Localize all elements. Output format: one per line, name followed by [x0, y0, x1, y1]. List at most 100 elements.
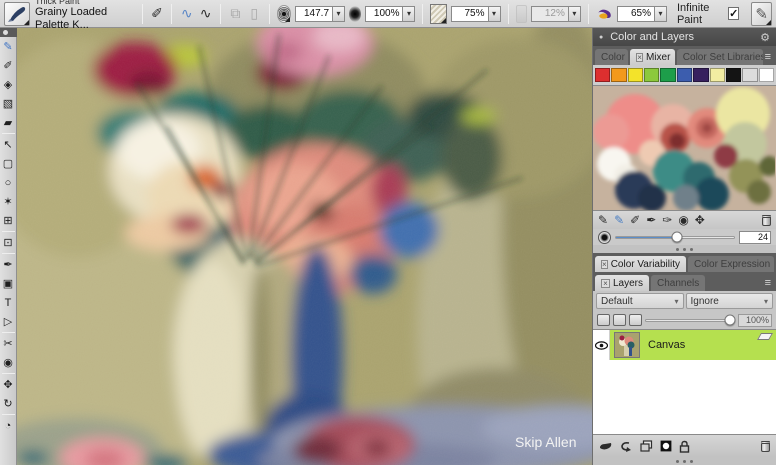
scissors-tool[interactable]: ✂	[0, 334, 17, 353]
layer-name[interactable]: Canvas	[648, 339, 685, 351]
mixer-swatch[interactable]	[710, 68, 725, 82]
resat-value[interactable]: 12%	[531, 6, 568, 22]
lock-layer-icon[interactable]	[679, 440, 690, 453]
close-icon[interactable]: ×	[636, 53, 643, 62]
slider-knob[interactable]	[725, 315, 736, 326]
gradient-tool[interactable]: ▧	[0, 94, 17, 113]
panel-header[interactable]: ● Color and Layers ⚙	[593, 28, 776, 46]
mixer-swatch[interactable]	[660, 68, 675, 82]
dropper-tool[interactable]: ✐	[0, 56, 17, 75]
pan-mixer-icon[interactable]: ✥	[695, 213, 705, 227]
blend-dropdown-icon[interactable]: ▾	[654, 6, 667, 22]
layer-thumbnail[interactable]	[614, 332, 640, 358]
visibility-cell[interactable]	[593, 330, 610, 360]
grain-value[interactable]: 75%	[451, 6, 488, 22]
layer-opacity-value[interactable]: 100%	[738, 314, 772, 327]
text-tool[interactable]: T	[0, 293, 17, 312]
advanced-brush-icon[interactable]: ✎	[751, 2, 772, 26]
pen-tool[interactable]: ✒	[0, 255, 17, 274]
mixer-brush-size-value[interactable]: 24	[739, 231, 771, 244]
brush-size-spinner[interactable]: 147.7 ▾	[295, 6, 345, 22]
brush-tool[interactable]: ✎	[0, 37, 17, 56]
panel-resize-grip[interactable]	[593, 245, 776, 253]
tab-mixer[interactable]: × Mixer	[630, 49, 674, 65]
layer-opacity-slider[interactable]	[645, 319, 735, 322]
opacity-spinner[interactable]: 100% ▾	[365, 6, 415, 22]
close-icon[interactable]: ×	[601, 260, 608, 269]
clear-mixer-pad-icon[interactable]	[762, 215, 771, 226]
opacity-value[interactable]: 100%	[365, 6, 402, 22]
brush-selector[interactable]: Thick Paint Grainy Loaded Palette K...	[4, 1, 135, 27]
preserve-transparency-icon[interactable]	[597, 314, 610, 326]
slider-knob[interactable]	[672, 232, 683, 243]
lasso-tool[interactable]: ○	[0, 173, 17, 192]
brush-selector-icon[interactable]	[4, 2, 30, 26]
mixer-brush-size-slider[interactable]	[615, 236, 735, 239]
layers-menu-icon[interactable]: ≡	[765, 277, 774, 291]
panel-resize-grip[interactable]	[593, 457, 776, 465]
grain-dropdown-icon[interactable]: ▾	[488, 6, 501, 22]
grain-spinner[interactable]: 75% ▾	[451, 6, 501, 22]
layer-commands-icon[interactable]	[620, 441, 633, 452]
grain-icon[interactable]	[430, 4, 446, 24]
eraser-tool[interactable]: ▰	[0, 113, 17, 132]
dynamic-plugins-icon[interactable]	[599, 441, 613, 452]
zoom-mixer-icon[interactable]: ◉	[678, 213, 688, 227]
tab-color-set-libraries[interactable]: Color Set Libraries	[677, 49, 763, 65]
mixer-swatch[interactable]	[742, 68, 757, 82]
dirty-brush-icon[interactable]: ✎	[598, 213, 608, 227]
sample-color-icon[interactable]: ✒	[646, 213, 656, 227]
rotate-page-tool[interactable]: ↻	[0, 394, 17, 413]
toolbox-grip[interactable]	[0, 28, 17, 37]
delete-layer-icon[interactable]	[761, 441, 770, 452]
mixer-swatch[interactable]	[677, 68, 692, 82]
grabber-tool[interactable]: ✥	[0, 375, 17, 394]
mixer-swatch[interactable]	[644, 68, 659, 82]
stroke-panel-icon[interactable]: ✐	[150, 4, 165, 24]
apply-color-icon[interactable]: ✎	[614, 213, 624, 227]
tab-color-expression[interactable]: Color Expression	[688, 256, 774, 272]
divine-proportion-tool[interactable]: ◔	[0, 416, 17, 435]
tab-color[interactable]: Color	[595, 49, 628, 65]
panel-collapse-icon[interactable]: ●	[599, 34, 603, 41]
rectangular-shape-tool[interactable]: ▣	[0, 274, 17, 293]
blend-value[interactable]: 65%	[617, 6, 654, 22]
infinite-paint-checkbox[interactable]: ✓	[728, 7, 739, 20]
brush-size-value[interactable]: 147.7	[295, 6, 332, 22]
mixer-pad[interactable]	[593, 85, 776, 211]
brush-size-dropdown-icon[interactable]: ▾	[332, 6, 345, 22]
straight-line-strokes-icon[interactable]: ∿	[198, 4, 213, 24]
shape-selection-tool[interactable]: ▷	[0, 312, 17, 331]
composite-depth-dropdown[interactable]: Ignore ▾	[686, 293, 774, 309]
mixer-swatch[interactable]	[726, 68, 741, 82]
magic-wand-tool[interactable]: ✶	[0, 192, 17, 211]
mix-color-icon[interactable]: ✐	[630, 213, 640, 227]
opacity-dauber-icon[interactable]	[349, 6, 361, 22]
tab-layers[interactable]: × Layers	[595, 275, 649, 291]
close-icon[interactable]: ×	[601, 279, 610, 288]
layer-row-canvas[interactable]: Canvas	[593, 330, 776, 360]
gear-icon[interactable]: ⚙	[760, 31, 770, 44]
brush-size-dauber-icon[interactable]	[277, 5, 291, 23]
layer-adjuster-tool[interactable]: ↖	[0, 135, 17, 154]
document-canvas[interactable]: Skip Allen	[17, 28, 592, 465]
transform-tool[interactable]: ⊞	[0, 211, 17, 230]
resat-dropdown-icon[interactable]: ▾	[568, 6, 581, 22]
clone-color-icon[interactable]: ⧉	[228, 4, 243, 24]
mixer-swatch[interactable]	[611, 68, 626, 82]
layer-visibility-options-icon[interactable]	[629, 314, 642, 326]
blend-spinner[interactable]: 65% ▾	[617, 6, 667, 22]
tab-color-variability[interactable]: × Color Variability	[595, 256, 686, 272]
panel-menu-icon[interactable]: ≡	[765, 51, 774, 65]
magnifier-tool[interactable]: ◉	[0, 353, 17, 372]
rectangular-selection-tool[interactable]: ▢	[0, 154, 17, 173]
mixer-swatch[interactable]	[693, 68, 708, 82]
new-layer-mask-icon[interactable]	[660, 440, 672, 452]
new-layer-icon[interactable]	[640, 440, 653, 452]
composite-method-dropdown[interactable]: Default ▾	[596, 293, 684, 309]
freehand-strokes-icon[interactable]: ∿	[179, 4, 194, 24]
resat-spinner[interactable]: 12% ▾	[531, 6, 581, 22]
clone-source-icon[interactable]: ▯	[247, 4, 262, 24]
opacity-dropdown-icon[interactable]: ▾	[402, 6, 415, 22]
sample-multiple-colors-icon[interactable]: ✑	[662, 213, 672, 227]
